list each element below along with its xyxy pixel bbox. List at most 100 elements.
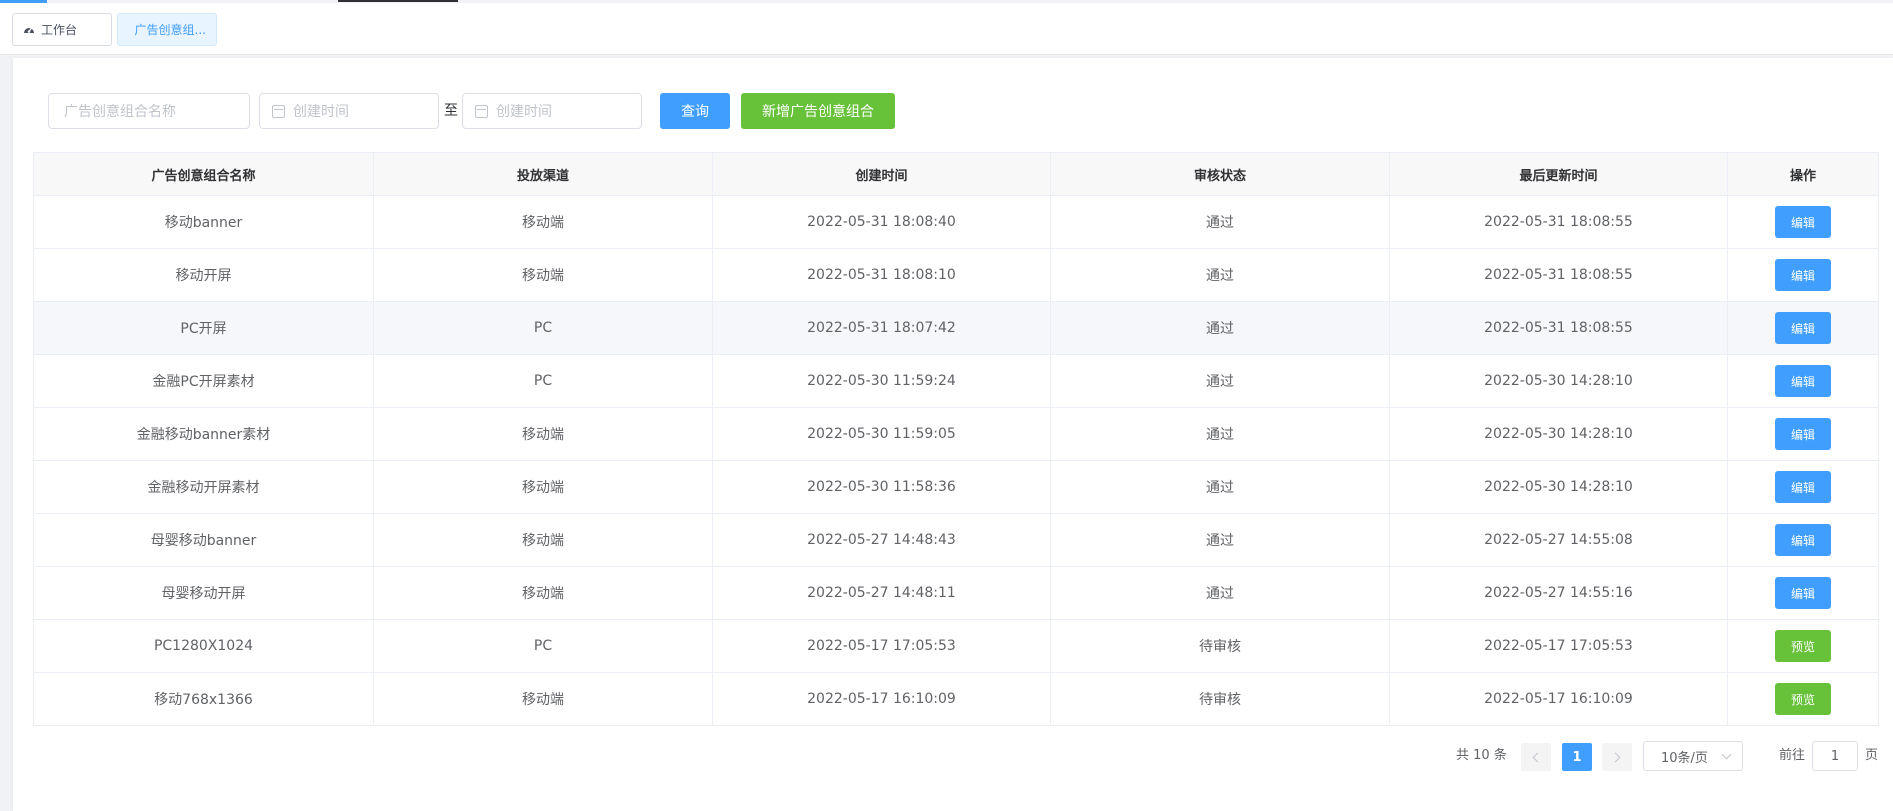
cell-updated: 2022-05-30 14:28:10 bbox=[1390, 408, 1728, 460]
cell-created: 2022-05-17 16:10:09 bbox=[713, 673, 1051, 725]
tag-ad-creative-group[interactable]: 广告创意组... bbox=[117, 13, 217, 46]
column-header-updated[interactable]: 最后更新时间 bbox=[1390, 153, 1728, 195]
cell-updated: 2022-05-17 17:05:53 bbox=[1390, 620, 1728, 672]
cell-channel: 移动端 bbox=[374, 514, 713, 566]
cell-actions: 编辑 bbox=[1728, 249, 1878, 301]
page-size-select[interactable]: 10条/页 bbox=[1643, 741, 1743, 771]
cell-status: 通过 bbox=[1051, 302, 1390, 354]
cell-created: 2022-05-30 11:59:24 bbox=[713, 355, 1051, 407]
cell-name: 移动768x1366 bbox=[34, 673, 374, 725]
group-name-placeholder: 广告创意组合名称 bbox=[64, 104, 176, 120]
cell-name: PC开屏 bbox=[34, 302, 374, 354]
date-range-separator: 至 bbox=[444, 103, 458, 119]
column-header-created[interactable]: 创建时间 bbox=[713, 153, 1051, 195]
edit-button[interactable]: 编辑 bbox=[1775, 524, 1831, 556]
end-date-input[interactable]: 创建时间 bbox=[462, 93, 642, 129]
cell-name: PC1280X1024 bbox=[34, 620, 374, 672]
cell-created: 2022-05-30 11:58:36 bbox=[713, 461, 1051, 513]
jump-page-input[interactable] bbox=[1812, 741, 1858, 771]
cell-name: 金融移动banner素材 bbox=[34, 408, 374, 460]
preview-button[interactable]: 预览 bbox=[1775, 630, 1831, 662]
column-header-channel[interactable]: 投放渠道 bbox=[374, 153, 713, 195]
table-row: PC1280X1024 PC 2022-05-17 17:05:53 待审核 2022-… bbox=[34, 620, 1878, 673]
column-header-actions: 操作 bbox=[1789, 168, 1816, 184]
table-row: 金融移动开屏素材 移动端 2022-05-30 11:58:36 通过 2022-05-… bbox=[34, 461, 1878, 514]
cell-updated: 2022-05-17 16:10:09 bbox=[1390, 673, 1728, 725]
column-header-status[interactable]: 审核状态 bbox=[1051, 153, 1390, 195]
edit-button[interactable]: 编辑 bbox=[1775, 471, 1831, 503]
jump-suffix: 页 bbox=[1865, 748, 1879, 763]
jump-prefix: 前往 bbox=[1779, 748, 1806, 763]
cell-channel: 移动端 bbox=[374, 567, 713, 619]
chevron-left-icon bbox=[1532, 752, 1543, 762]
tag-workbench[interactable]: 工作台 bbox=[12, 13, 112, 46]
dashboard-icon bbox=[128, 29, 129, 30]
cell-updated: 2022-05-30 14:28:10 bbox=[1390, 355, 1728, 407]
next-page-button[interactable] bbox=[1602, 743, 1632, 771]
cell-name: 金融PC开屏素材 bbox=[34, 355, 374, 407]
cell-updated: 2022-05-31 18:08:55 bbox=[1390, 302, 1728, 354]
table-row: 母婴移动banner 移动端 2022-05-27 14:48:43 通过 2022-0… bbox=[34, 514, 1878, 567]
table-row: 金融移动banner素材 移动端 2022-05-30 11:59:05 通过 2022… bbox=[34, 408, 1878, 461]
page-size-value: 10条/页 bbox=[1661, 750, 1708, 766]
edit-button[interactable]: 编辑 bbox=[1775, 365, 1831, 397]
cell-channel: 移动端 bbox=[374, 673, 713, 725]
cell-actions: 编辑 bbox=[1728, 408, 1878, 460]
cell-name: 母婴移动开屏 bbox=[34, 567, 374, 619]
cell-created: 2022-05-27 14:48:43 bbox=[713, 514, 1051, 566]
table-row: 移动开屏 移动端 2022-05-31 18:08:10 通过 2022-05-31 1… bbox=[34, 249, 1878, 302]
tag-label: 广告创意组... bbox=[134, 23, 206, 37]
table-row: 母婴移动开屏 移动端 2022-05-27 14:48:11 通过 2022-05-27… bbox=[34, 567, 1878, 620]
tags-view-bar: 工作台 广告创意组... bbox=[0, 3, 1893, 55]
cell-actions: 预览 bbox=[1728, 673, 1878, 725]
start-date-input[interactable]: 创建时间 bbox=[259, 93, 439, 129]
cell-status: 通过 bbox=[1051, 567, 1390, 619]
page-number-1[interactable]: 1 bbox=[1562, 743, 1592, 771]
cell-actions: 编辑 bbox=[1728, 302, 1878, 354]
edit-button[interactable]: 编辑 bbox=[1775, 312, 1831, 344]
cell-status: 通过 bbox=[1051, 408, 1390, 460]
cell-created: 2022-05-31 18:07:42 bbox=[713, 302, 1051, 354]
cell-updated: 2022-05-31 18:08:55 bbox=[1390, 196, 1728, 248]
cell-actions: 编辑 bbox=[1728, 567, 1878, 619]
main-card: 广告创意组合名称 创建时间 至 创建时间 查询 新增广告创意组合 广告创意组合名… bbox=[13, 58, 1893, 811]
dashboard-icon bbox=[24, 27, 34, 33]
calendar-icon bbox=[272, 104, 285, 118]
cell-channel: 移动端 bbox=[374, 249, 713, 301]
cell-actions: 编辑 bbox=[1728, 355, 1878, 407]
edit-button[interactable]: 编辑 bbox=[1775, 577, 1831, 609]
preview-button[interactable]: 预览 bbox=[1775, 683, 1831, 715]
group-name-input[interactable]: 广告创意组合名称 bbox=[48, 93, 250, 129]
calendar-icon bbox=[475, 104, 488, 118]
cell-created: 2022-05-30 11:59:05 bbox=[713, 408, 1051, 460]
pagination: 共 10 条 1 10条/页 前往 页 bbox=[13, 741, 1893, 771]
cell-channel: PC bbox=[374, 302, 713, 354]
cell-actions: 预览 bbox=[1728, 620, 1878, 672]
edit-button[interactable]: 编辑 bbox=[1775, 206, 1831, 238]
table-row: 移动banner 移动端 2022-05-31 18:08:40 通过 2022-05-… bbox=[34, 196, 1878, 249]
table-header-row: 广告创意组合名称 投放渠道 创建时间 审核状态 最后更新时间 操作 bbox=[34, 153, 1878, 196]
chevron-right-icon bbox=[1610, 752, 1621, 762]
cell-updated: 2022-05-27 14:55:08 bbox=[1390, 514, 1728, 566]
cell-status: 通过 bbox=[1051, 514, 1390, 566]
cell-created: 2022-05-17 17:05:53 bbox=[713, 620, 1051, 672]
cell-channel: PC bbox=[374, 355, 713, 407]
table-body: 移动banner 移动端 2022-05-31 18:08:40 通过 2022-05-… bbox=[34, 196, 1878, 726]
cell-channel: 移动端 bbox=[374, 461, 713, 513]
column-header-name[interactable]: 广告创意组合名称 bbox=[34, 153, 374, 195]
edit-button[interactable]: 编辑 bbox=[1775, 259, 1831, 291]
cell-name: 移动开屏 bbox=[34, 249, 374, 301]
cell-updated: 2022-05-27 14:55:16 bbox=[1390, 567, 1728, 619]
cell-status: 通过 bbox=[1051, 249, 1390, 301]
cell-updated: 2022-05-31 18:08:55 bbox=[1390, 249, 1728, 301]
cell-actions: 编辑 bbox=[1728, 514, 1878, 566]
cell-name: 母婴移动banner bbox=[34, 514, 374, 566]
creative-group-table: 广告创意组合名称 投放渠道 创建时间 审核状态 最后更新时间 操作 移动bann… bbox=[33, 152, 1879, 726]
top-strip-marker bbox=[338, 0, 458, 2]
add-creative-group-button[interactable]: 新增广告创意组合 bbox=[741, 93, 895, 129]
cell-status: 待审核 bbox=[1051, 673, 1390, 725]
cell-name: 金融移动开屏素材 bbox=[34, 461, 374, 513]
query-button[interactable]: 查询 bbox=[660, 93, 730, 129]
prev-page-button[interactable] bbox=[1521, 743, 1551, 771]
edit-button[interactable]: 编辑 bbox=[1775, 418, 1831, 450]
